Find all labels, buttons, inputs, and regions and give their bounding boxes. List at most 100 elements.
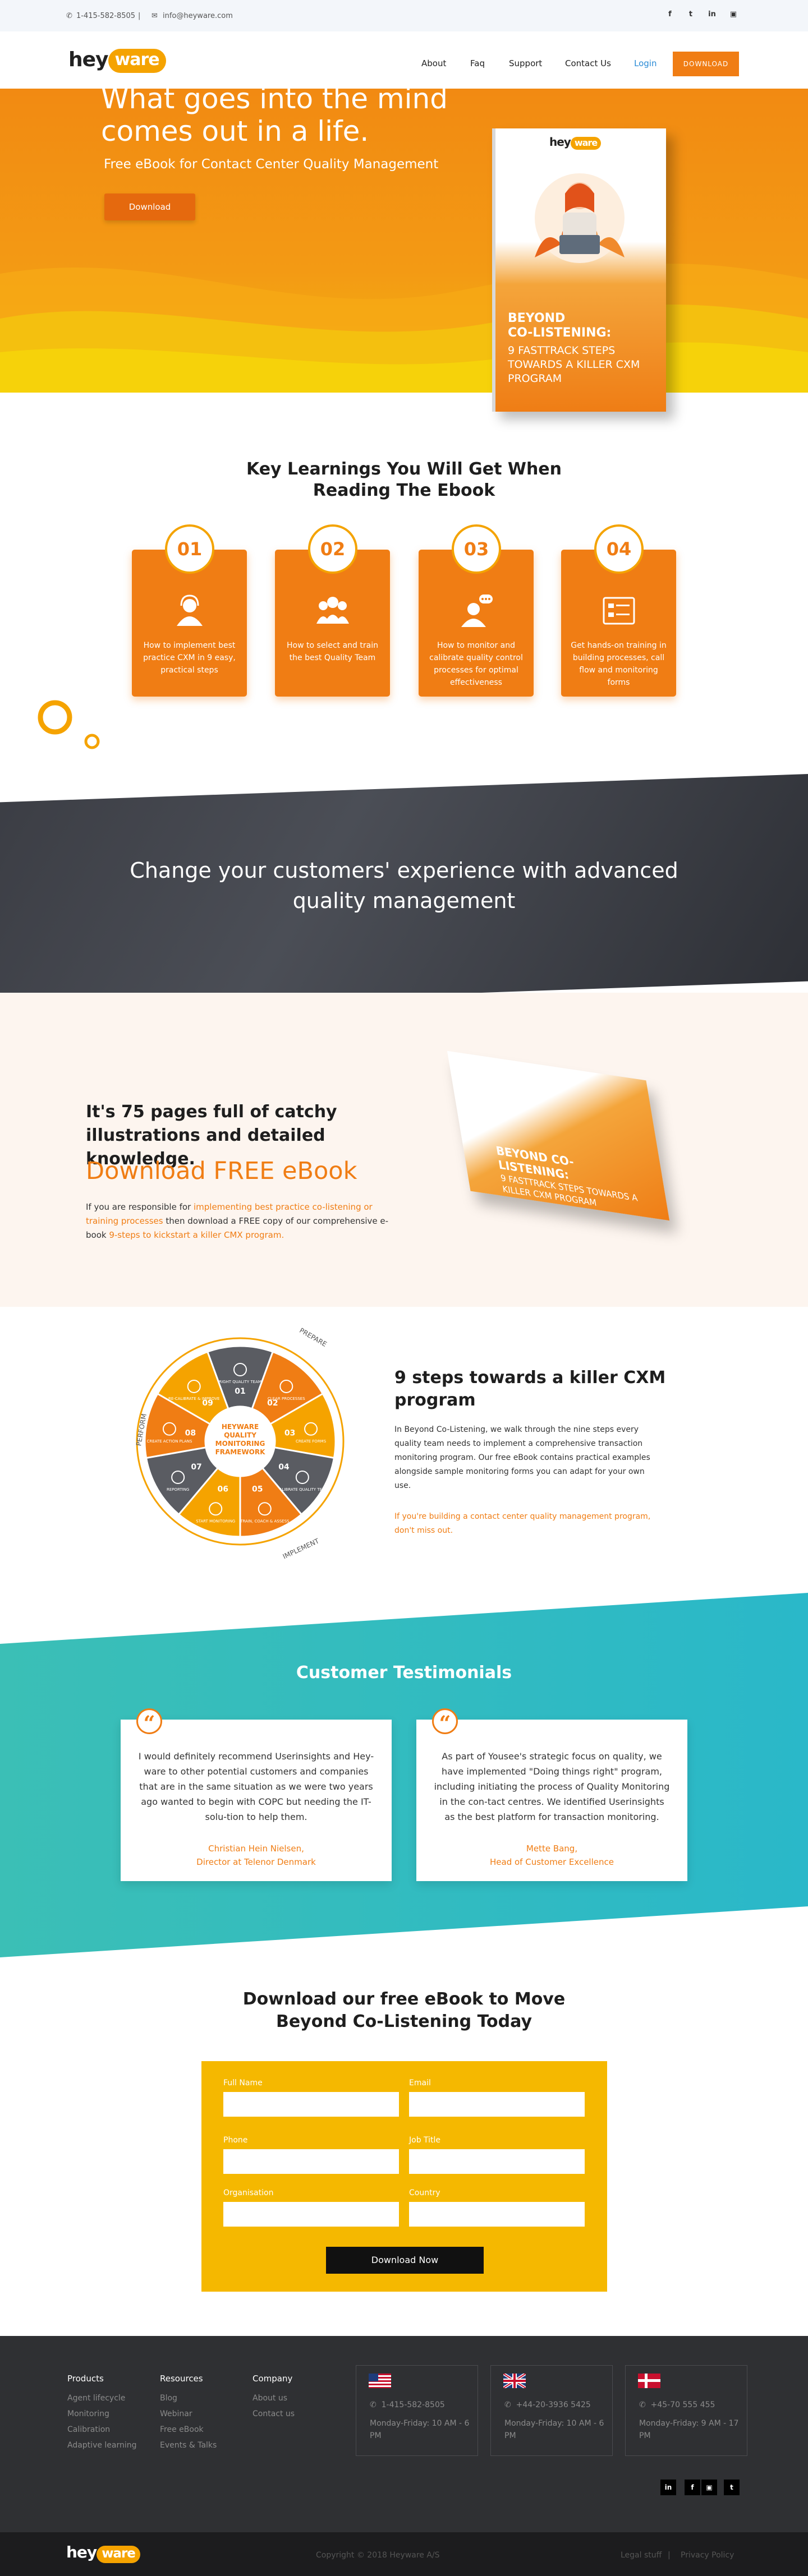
phone-input[interactable] bbox=[223, 2149, 399, 2174]
twitter-icon[interactable]: t bbox=[724, 2480, 740, 2495]
wheel-phase-label: IMPLEMENT bbox=[282, 1537, 321, 1560]
nav-contact[interactable]: Contact Us bbox=[565, 58, 611, 68]
learning-card: 01 How to implement best practice CXM in… bbox=[132, 524, 247, 697]
email-input[interactable] bbox=[409, 2092, 585, 2117]
download-free-ebook-heading: Download FREE eBook bbox=[86, 1157, 357, 1185]
pages-link-2[interactable]: 9-steps to kickstart a killer CMX progra… bbox=[109, 1230, 284, 1240]
uk-flag-icon bbox=[503, 2374, 526, 2388]
agent-icon bbox=[177, 595, 203, 626]
author-name: Mette Bang, bbox=[526, 1844, 578, 1854]
framework-wheel: 01RIGHT QUALITY TEAM02CLEAR PROCESSES03C… bbox=[135, 1326, 345, 1560]
hero-title: What goes into the mind comes out in a l… bbox=[101, 82, 448, 148]
wheel-center-text: QUALITY bbox=[224, 1431, 256, 1439]
linkedin-icon[interactable]: in bbox=[660, 2480, 676, 2495]
linkedin-icon[interactable]: in bbox=[707, 10, 717, 20]
footer-link[interactable]: Calibration bbox=[67, 2425, 110, 2434]
book-subtitle: 9 FASTTRACK STEPS TOWARDS A KILLER CXM P… bbox=[508, 344, 640, 385]
privacy-link[interactable]: Privacy Policy bbox=[681, 2551, 734, 2560]
author-role: Director at Telenor Denmark bbox=[196, 1857, 316, 1867]
testimonial-author: Christian Hein Nielsen, Director at Telen… bbox=[137, 1842, 375, 1869]
wheel-center-text: FRAMEWORK bbox=[215, 1448, 266, 1456]
pages-text-1: If you are responsible for bbox=[86, 1202, 194, 1212]
facebook-icon[interactable]: f bbox=[685, 2480, 700, 2495]
logo[interactable]: hey ware bbox=[68, 48, 166, 76]
legal-link[interactable]: Legal stuff bbox=[621, 2551, 662, 2560]
download-now-button[interactable]: Download Now bbox=[326, 2247, 484, 2274]
footer-logo-ware: ware bbox=[97, 2546, 140, 2563]
nav-login[interactable]: Login bbox=[634, 58, 656, 68]
footer-col-title: Resources bbox=[160, 2374, 203, 2384]
step-label: CREATE ACTION PLANS bbox=[146, 1439, 192, 1444]
nav-support[interactable]: Support bbox=[509, 58, 542, 68]
twitter-icon[interactable]: t bbox=[686, 10, 696, 20]
step-number: 01 bbox=[235, 1387, 245, 1396]
footer-link[interactable]: Free eBook bbox=[160, 2425, 204, 2434]
logo-hey: hey bbox=[68, 48, 109, 71]
author-name: Christian Hein Nielsen, bbox=[208, 1844, 304, 1854]
wheel-center-text: HEYWARE bbox=[222, 1423, 259, 1431]
footer-link[interactable]: Webinar bbox=[160, 2409, 192, 2418]
top-email[interactable]: info@heyware.com bbox=[163, 12, 233, 20]
office-phone[interactable]: ✆ +44-20-3936 5425 bbox=[504, 2400, 591, 2409]
card-number: 01 bbox=[165, 524, 214, 574]
ebook-cover: hey ware BEYOND CO-LISTENING: 9 FASTTRACK… bbox=[492, 128, 666, 412]
full-name-input[interactable] bbox=[223, 2092, 399, 2117]
wheel-center-text: MONITORING bbox=[215, 1440, 265, 1448]
testimonial-text: I would definitely recommend Userinsight… bbox=[138, 1751, 374, 1822]
mail-icon: ✉ bbox=[152, 12, 158, 20]
hero-subtitle: Free eBook for Contact Center Quality Ma… bbox=[104, 157, 439, 172]
instagram-icon[interactable]: ▣ bbox=[701, 2480, 717, 2495]
book-title-1: BEYOND bbox=[508, 311, 566, 325]
office-phone[interactable]: ✆ 1-415-582-8505 bbox=[370, 2400, 445, 2409]
footer-link[interactable]: Agent lifecycle bbox=[67, 2394, 125, 2403]
job-title-input[interactable] bbox=[409, 2149, 585, 2174]
instagram-icon[interactable]: ▣ bbox=[728, 10, 738, 20]
step-number: 03 bbox=[284, 1428, 295, 1437]
quote-icon: “ bbox=[136, 1708, 162, 1735]
nav-about[interactable]: About bbox=[421, 58, 446, 68]
step-number: 08 bbox=[185, 1428, 196, 1437]
book-logo-ware: ware bbox=[570, 137, 602, 150]
testimonial-text: As part of Yousee's strategic focus on q… bbox=[434, 1751, 670, 1822]
testimonials-title: Customer Testimonials bbox=[296, 1663, 512, 1683]
office-hours: Monday-Friday: 10 AM - 6 PM bbox=[370, 2419, 470, 2440]
learning-card: 04 Get hands-on training in building pro… bbox=[561, 524, 676, 697]
card-text: How to select and train the best Quality… bbox=[287, 641, 378, 662]
footer-logo[interactable]: hey ware bbox=[66, 2543, 140, 2563]
us-flag-icon bbox=[369, 2374, 391, 2388]
office-phone[interactable]: ✆ +45-70 555 455 bbox=[639, 2400, 715, 2409]
hero-download-button[interactable]: Download bbox=[104, 193, 195, 220]
footer-link[interactable]: About us bbox=[252, 2394, 287, 2403]
label-email: Email bbox=[409, 2079, 431, 2087]
office-hours: Monday-Friday: 9 AM - 17 PM bbox=[639, 2419, 739, 2440]
step-label: CLEAR PROCESSES bbox=[268, 1397, 305, 1401]
nav-faq[interactable]: Faq bbox=[470, 58, 485, 68]
footer-link[interactable]: Events & Talks bbox=[160, 2441, 217, 2450]
label-phone: Phone bbox=[223, 2136, 248, 2145]
team-icon bbox=[316, 597, 349, 624]
footer-col-title: Company bbox=[252, 2374, 293, 2384]
footer-link[interactable]: Blog bbox=[160, 2394, 177, 2403]
footer-logo-hey: hey bbox=[66, 2543, 97, 2561]
steps-highlight[interactable]: If you're building a contact center qual… bbox=[394, 1510, 658, 1538]
divider: | bbox=[138, 12, 141, 20]
steps-body: In Beyond Co-Listening, we walk through … bbox=[394, 1425, 650, 1490]
card-number: 04 bbox=[594, 524, 644, 574]
footer-link[interactable]: Contact us bbox=[252, 2409, 295, 2418]
footer-link[interactable]: Adaptive learning bbox=[67, 2441, 137, 2450]
facebook-icon[interactable]: f bbox=[665, 10, 675, 20]
country-input[interactable] bbox=[409, 2202, 585, 2227]
wheel-phase-label: PREPARE bbox=[298, 1326, 328, 1348]
nav-download-button[interactable]: DOWNLOAD bbox=[673, 52, 739, 76]
step-label: RIGHT QUALITY TEAM bbox=[219, 1380, 261, 1384]
form-title: Download our free eBook to Move Beyond C… bbox=[242, 1989, 566, 2031]
step-label: REPORTING bbox=[167, 1487, 189, 1492]
footer-link[interactable]: Monitoring bbox=[67, 2409, 109, 2418]
label-job-title: Job Title bbox=[409, 2136, 441, 2145]
learning-card: 03 How to monitor and calibrate quality … bbox=[419, 524, 534, 697]
author-role: Head of Customer Excellence bbox=[490, 1857, 614, 1867]
top-phone[interactable]: 1-415-582-8505 bbox=[76, 12, 135, 20]
logo-ware: ware bbox=[108, 49, 166, 73]
card-text: How to monitor and calibrate quality con… bbox=[429, 641, 523, 687]
organisation-input[interactable] bbox=[223, 2202, 399, 2227]
